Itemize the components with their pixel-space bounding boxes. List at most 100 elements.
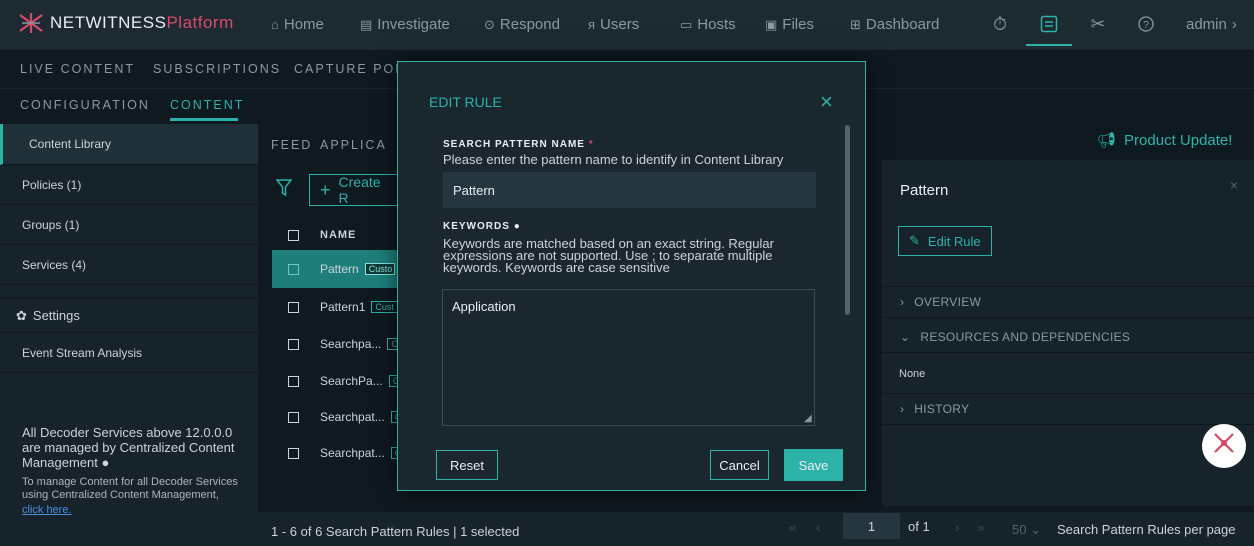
product-update-label: Product Update!: [1124, 131, 1233, 149]
nav-respond[interactable]: ⊙ Respond: [484, 16, 560, 33]
resources-none: None: [899, 368, 926, 380]
table-row[interactable]: Pattern1 Cust: [272, 288, 398, 326]
nav-files-label: Files: [782, 16, 814, 33]
sidebar-item-groups[interactable]: Groups (1): [0, 205, 258, 245]
nav-files[interactable]: ▣ Files: [765, 16, 814, 33]
nav-users-label: Users: [600, 16, 640, 33]
table-row[interactable]: Searchpat... C: [272, 434, 399, 472]
create-rule-button[interactable]: + Create R: [309, 174, 398, 206]
sidebar-item-label: Groups (1): [22, 217, 80, 232]
section-overview[interactable]: › OVERVIEW: [882, 286, 1254, 318]
column-name-header: NAME: [320, 229, 357, 241]
dialog-scrollbar[interactable]: [845, 125, 850, 315]
sidebar-item-policies[interactable]: Policies (1): [0, 165, 258, 205]
info-icon: ●: [513, 221, 521, 232]
cmc-note: All Decoder Services above 12.0.0.0 are …: [22, 425, 252, 470]
svg-text:?: ?: [1143, 20, 1149, 31]
nav-dashboard[interactable]: ⊞ Dashboard: [850, 16, 939, 33]
assistant-fab[interactable]: [1202, 424, 1246, 468]
nav-dashboard-label: Dashboard: [865, 16, 940, 33]
page-of-label: of 1: [908, 519, 930, 534]
save-button[interactable]: Save: [784, 449, 843, 481]
edit-rule-dialog: [397, 61, 866, 491]
row-tag: Custo: [364, 263, 395, 275]
create-rule-label: Create R: [338, 174, 381, 206]
row-checkbox[interactable]: [288, 447, 299, 459]
netwitness-fab-icon: [1213, 432, 1235, 460]
help-icon[interactable]: ?: [1134, 12, 1158, 36]
close-icon[interactable]: ×: [820, 89, 833, 115]
keywords-label-text: KEYWORDS: [443, 221, 510, 232]
row-name: Searchpat...: [320, 410, 385, 424]
search-pattern-name-input[interactable]: [443, 172, 816, 208]
sidebar-item-content-library[interactable]: Content Library: [0, 124, 258, 165]
plus-icon: +: [320, 179, 331, 200]
total-pages: 1: [922, 519, 930, 534]
nav-hosts[interactable]: ▭ Hosts: [680, 16, 736, 33]
click-here-link[interactable]: click here.: [22, 504, 72, 516]
last-page-icon[interactable]: »: [977, 520, 984, 535]
netwitness-logo[interactable]: NETWITNESS Platform: [18, 13, 234, 33]
home-icon: ⌂: [271, 17, 279, 32]
select-all-checkbox[interactable]: [288, 229, 299, 241]
nav-investigate[interactable]: ▤ Investigate: [360, 16, 450, 33]
section-history-label: HISTORY: [914, 402, 970, 416]
gear-icon: ✿: [16, 307, 27, 323]
first-page-icon[interactable]: «: [789, 520, 796, 535]
cancel-button[interactable]: Cancel: [710, 450, 769, 480]
sidebar-settings[interactable]: ✿ Settings: [0, 298, 258, 333]
keywords-textarea[interactable]: Application: [442, 289, 815, 426]
reset-button[interactable]: Reset: [436, 450, 498, 480]
row-checkbox[interactable]: [288, 263, 299, 275]
sidebar-item-event-stream-analysis[interactable]: Event Stream Analysis: [0, 333, 258, 373]
user-name: admin: [1186, 16, 1227, 33]
prev-page-icon[interactable]: ‹: [816, 520, 820, 535]
tab-capture-policy[interactable]: CAPTURE POLI: [294, 62, 410, 76]
cmc-note-text: All Decoder Services above 12.0.0.0 are …: [22, 425, 235, 470]
admin-panel-icon[interactable]: [1037, 12, 1061, 36]
edit-rule-button[interactable]: ✎ Edit Rule: [898, 226, 992, 256]
details-close-icon[interactable]: ×: [1230, 177, 1238, 193]
row-checkbox[interactable]: [288, 375, 299, 387]
per-page-select[interactable]: 50 ⌄: [1012, 522, 1041, 538]
row-tag: Cust: [371, 301, 398, 313]
nav-home[interactable]: ⌂ Home: [271, 16, 324, 33]
tab-live-content[interactable]: LIVE CONTENT: [20, 62, 135, 76]
tab-application-rules[interactable]: APPLICA: [320, 138, 387, 152]
table-row[interactable]: Searchpat... C: [272, 398, 399, 436]
nav-users[interactable]: ᴙ Users: [588, 16, 639, 33]
hosts-icon: ▭: [680, 16, 693, 32]
table-row[interactable]: Searchpa... C: [272, 325, 398, 363]
edit-rule-label: Edit Rule: [927, 233, 981, 249]
resize-handle-icon[interactable]: ◢: [804, 413, 812, 424]
tools-icon[interactable]: ✂: [1086, 12, 1110, 36]
product-update-link[interactable]: 📢︎ Product Update!: [1097, 131, 1233, 150]
row-name: Searchpat...: [320, 446, 385, 460]
page-number-input[interactable]: 1: [843, 513, 900, 539]
section-overview-label: OVERVIEW: [914, 295, 982, 309]
sidebar-item-services[interactable]: Services (4): [0, 245, 258, 285]
section-resources[interactable]: ⌄ RESOURCES AND DEPENDENCIES: [882, 321, 1254, 353]
users-icon: ᴙ: [588, 17, 596, 32]
row-checkbox[interactable]: [288, 338, 299, 350]
nav-investigate-label: Investigate: [377, 16, 450, 33]
table-row[interactable]: Pattern Custo: [272, 250, 398, 288]
sidebar-item-label: Policies (1): [22, 177, 82, 192]
tab-feed[interactable]: FEED: [271, 138, 312, 152]
row-checkbox[interactable]: [288, 411, 299, 423]
required-mark: *: [588, 139, 594, 150]
tab-configuration[interactable]: CONFIGURATION: [20, 98, 150, 112]
respond-icon: ⊙: [484, 16, 495, 32]
chevron-right-icon: ›: [900, 295, 905, 309]
user-menu[interactable]: admin ›: [1186, 16, 1237, 33]
details-title: Pattern: [900, 182, 949, 199]
tab-content[interactable]: CONTENT: [170, 98, 244, 112]
table-row[interactable]: SearchPa... C: [272, 362, 398, 400]
timer-icon[interactable]: ⏱: [988, 12, 1012, 36]
filter-icon[interactable]: [275, 179, 293, 202]
chevron-down-icon: ⌄: [1026, 522, 1041, 537]
section-history[interactable]: › HISTORY: [882, 393, 1254, 425]
tab-subscriptions[interactable]: SUBSCRIPTIONS: [153, 62, 281, 76]
row-checkbox[interactable]: [288, 301, 299, 313]
next-page-icon[interactable]: ›: [955, 520, 959, 535]
